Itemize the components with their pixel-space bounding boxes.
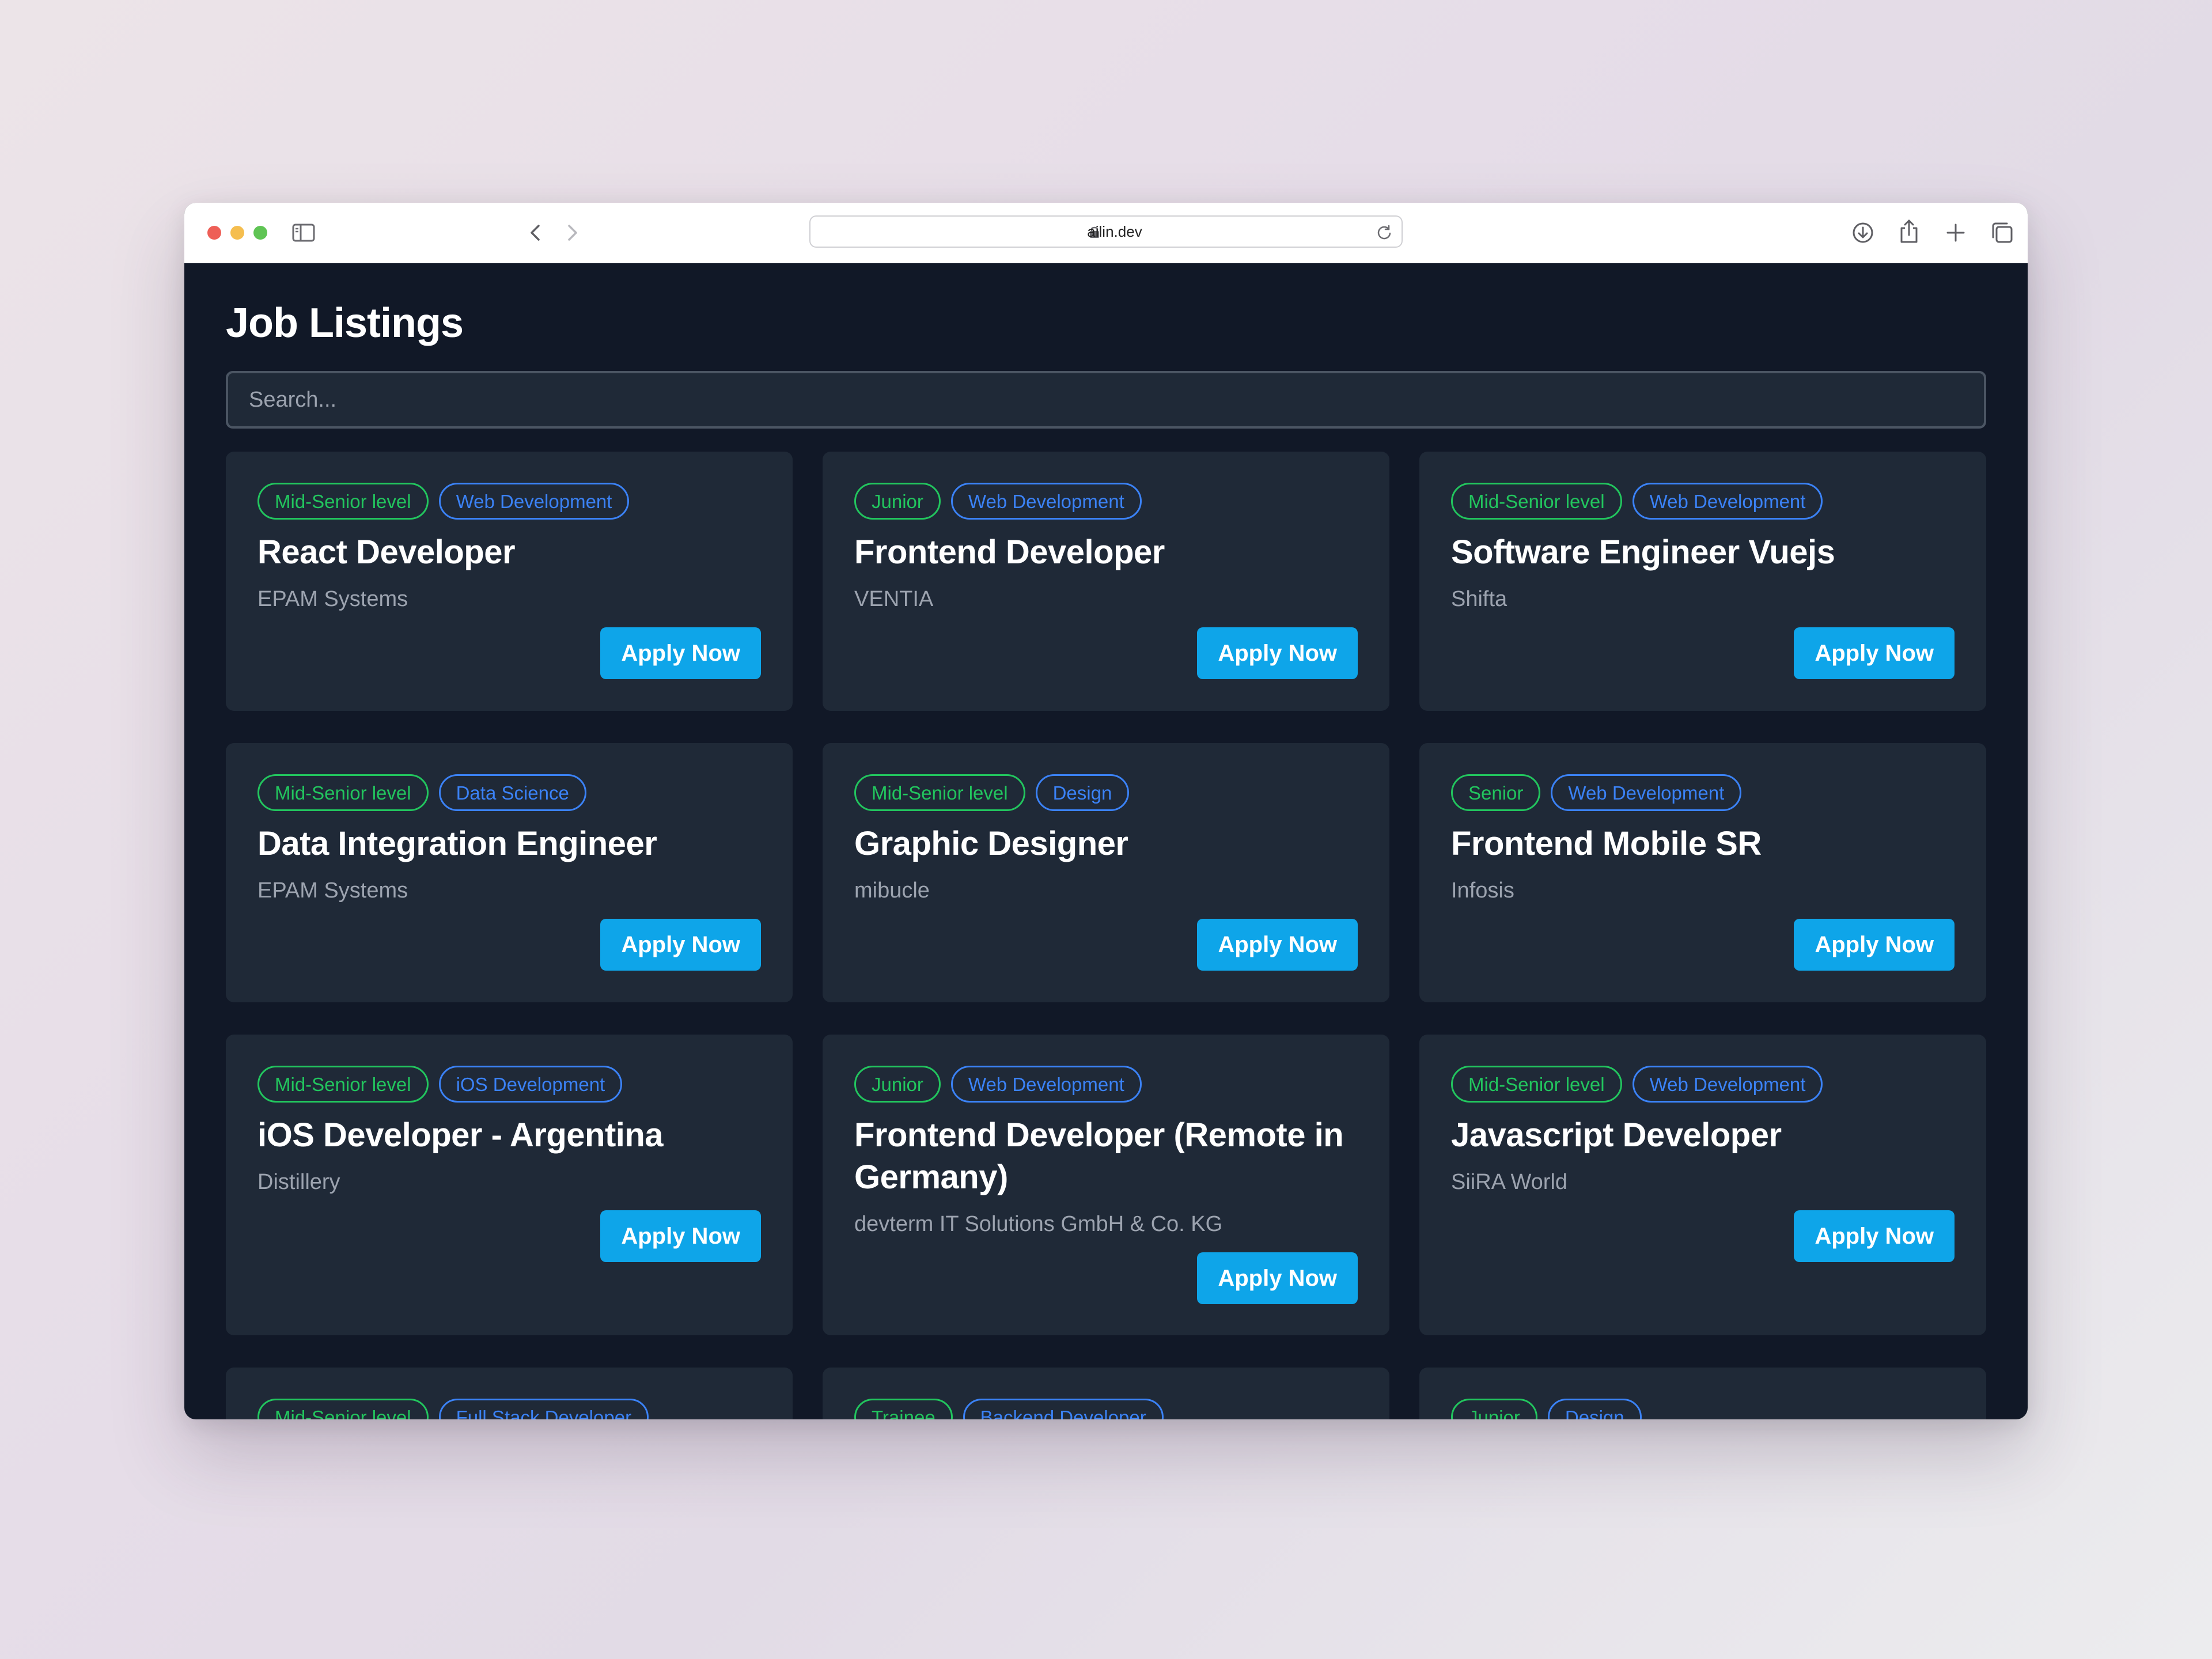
apply-now-button[interactable]: Apply Now — [1197, 919, 1358, 971]
job-tags: Mid-Senior level Data Science — [257, 774, 586, 811]
job-tags: Junior Design — [1451, 1399, 1642, 1419]
downloads-icon[interactable] — [1851, 221, 1874, 244]
apply-now-button[interactable]: Apply Now — [1794, 627, 1955, 679]
level-tag: Senior — [1451, 774, 1541, 811]
company-name: devterm IT Solutions GmbH & Co. KG — [854, 1212, 1223, 1236]
job-card: Mid-Senior level Web Development Javascr… — [1419, 1035, 1986, 1335]
category-tag: Data Science — [438, 774, 586, 811]
minimize-window-button[interactable] — [230, 226, 244, 240]
category-tag: Backend Developer — [963, 1399, 1164, 1419]
job-card: Mid-Senior level Web Development React D… — [226, 452, 793, 711]
company-name: Distillery — [257, 1170, 340, 1194]
category-tag: Web Development — [438, 483, 630, 520]
job-card: Mid-Senior level iOS Development iOS Dev… — [226, 1035, 793, 1335]
job-title: Javascript Developer — [1451, 1116, 1782, 1154]
company-name: SiiRA World — [1451, 1170, 1568, 1194]
apply-now-button[interactable]: Apply Now — [1197, 1252, 1358, 1304]
company-name: Shifta — [1451, 587, 1508, 611]
page-title: Job Listings — [226, 300, 464, 346]
company-name: mibucle — [854, 878, 930, 903]
company-name: EPAM Systems — [257, 878, 408, 903]
category-tag: Web Development — [950, 483, 1142, 520]
level-tag: Mid-Senior level — [257, 483, 429, 520]
back-icon[interactable] — [528, 224, 542, 242]
job-title: Data Integration Engineer — [257, 825, 657, 862]
tab-overview-icon[interactable] — [1991, 221, 2014, 244]
category-tag: Web Development — [950, 1066, 1142, 1103]
job-tags: Mid-Senior level iOS Development — [257, 1066, 623, 1103]
browser-toolbar: ailin.dev — [184, 203, 2028, 263]
close-window-button[interactable] — [207, 226, 221, 240]
job-tags: Mid-Senior level Web Development — [257, 483, 630, 520]
apply-now-button[interactable]: Apply Now — [600, 627, 761, 679]
job-tags: Mid-Senior level Web Development — [1451, 1066, 1823, 1103]
level-tag: Mid-Senior level — [257, 1066, 429, 1103]
company-name: Infosis — [1451, 878, 1514, 903]
job-tags: Senior Web Development — [1451, 774, 1742, 811]
category-tag: iOS Development — [438, 1066, 623, 1103]
category-tag: Web Development — [1632, 483, 1823, 520]
category-tag: Web Development — [1551, 774, 1742, 811]
job-title: iOS Developer - Argentina — [257, 1116, 664, 1154]
category-tag: Web Development — [1632, 1066, 1823, 1103]
job-title: Frontend Developer — [854, 533, 1165, 571]
level-tag: Mid-Senior level — [1451, 483, 1622, 520]
apply-now-button[interactable]: Apply Now — [600, 1210, 761, 1262]
browser-window: ailin.dev Job Listings Search... Mid-Sen… — [184, 203, 2028, 1419]
company-name: EPAM Systems — [257, 587, 408, 611]
company-name: VENTIA — [854, 587, 934, 611]
category-tag: Design — [1035, 774, 1130, 811]
job-tags: Mid-Senior level Full Stack Developer — [257, 1399, 649, 1419]
job-tags: Mid-Senior level Design — [854, 774, 1130, 811]
search-input[interactable] — [226, 371, 1986, 429]
level-tag: Trainee — [854, 1399, 953, 1419]
page-content: Job Listings Mid-Senior level Web Develo… — [184, 263, 2028, 1419]
url-text: ailin.dev — [1087, 223, 1142, 240]
apply-now-button[interactable]: Apply Now — [1197, 627, 1358, 679]
category-tag: Design — [1547, 1399, 1642, 1419]
job-title: React Developer — [257, 533, 516, 571]
apply-now-button[interactable]: Apply Now — [600, 919, 761, 971]
job-tags: Junior Web Development — [854, 483, 1142, 520]
new-tab-icon[interactable] — [1945, 222, 1966, 243]
job-tags: Trainee Backend Developer — [854, 1399, 1164, 1419]
sidebar-toggle-icon[interactable] — [292, 224, 315, 242]
share-icon[interactable] — [1899, 219, 1919, 244]
category-tag: Full Stack Developer — [438, 1399, 649, 1419]
job-card: Senior Web Development Frontend Mobile S… — [1419, 743, 1986, 1002]
job-card: Mid-Senior level Full Stack Developer — [226, 1368, 793, 1419]
address-bar[interactable]: ailin.dev — [809, 215, 1403, 248]
forward-icon[interactable] — [566, 224, 579, 242]
job-card: Mid-Senior level Design Graphic Designer… — [823, 743, 1389, 1002]
job-title: Frontend Mobile SR — [1451, 825, 1762, 862]
job-card: Junior Web Development Frontend Develope… — [823, 452, 1389, 711]
level-tag: Mid-Senior level — [854, 774, 1025, 811]
apply-now-button[interactable]: Apply Now — [1794, 1210, 1955, 1262]
job-card: Junior Web Development Frontend Develope… — [823, 1035, 1389, 1335]
job-title: Frontend Developer (Remote in Germany) — [854, 1116, 1344, 1196]
job-card: Mid-Senior level Web Development Softwar… — [1419, 452, 1986, 711]
level-tag: Junior — [854, 1066, 941, 1103]
reload-icon[interactable] — [1376, 224, 1392, 240]
apply-now-button[interactable]: Apply Now — [1794, 919, 1955, 971]
job-card: Mid-Senior level Data Science Data Integ… — [226, 743, 793, 1002]
level-tag: Junior — [1451, 1399, 1537, 1419]
job-card: Junior Design — [1419, 1368, 1986, 1419]
job-card: Trainee Backend Developer — [823, 1368, 1389, 1419]
level-tag: Junior — [854, 483, 941, 520]
level-tag: Mid-Senior level — [257, 774, 429, 811]
job-tags: Mid-Senior level Web Development — [1451, 483, 1823, 520]
level-tag: Mid-Senior level — [1451, 1066, 1622, 1103]
job-title: Software Engineer Vuejs — [1451, 533, 1835, 571]
job-tags: Junior Web Development — [854, 1066, 1142, 1103]
level-tag: Mid-Senior level — [257, 1399, 429, 1419]
job-title: Graphic Designer — [854, 825, 1128, 862]
maximize-window-button[interactable] — [253, 226, 267, 240]
